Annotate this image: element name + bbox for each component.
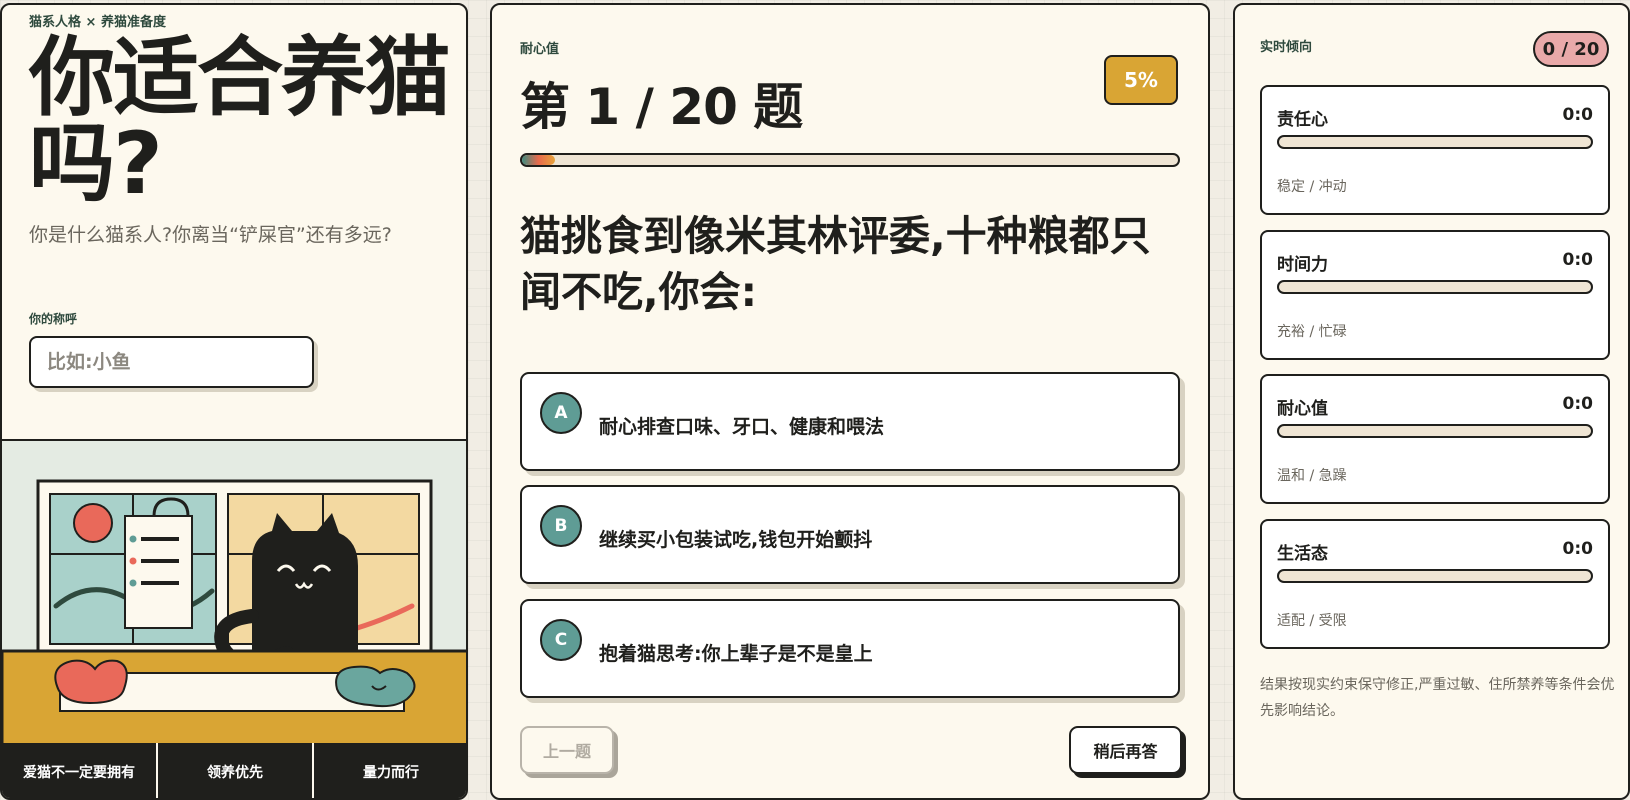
option-letter: A [540, 392, 582, 434]
answered-count-badge: 0 / 20 [1533, 31, 1609, 67]
intro-panel: 猫系人格 × 养猫准备度 你适合养猫吗? 你是什么猫系人?你离当“铲屎官”还有多… [0, 3, 468, 800]
heart-cushion-icon [54, 659, 128, 705]
option-c-button[interactable]: C 抱着猫思考:你上辈子是不是皇上 [520, 599, 1180, 698]
checklist-icon [124, 515, 193, 629]
trait-score: 0:0 [1562, 105, 1593, 125]
previous-question-button[interactable]: 上一题 [520, 726, 614, 774]
trait-score: 0:0 [1562, 250, 1593, 270]
dimension-label: 耐心值 [520, 42, 560, 57]
sun-icon [73, 503, 113, 543]
trait-name: 耐心值 [1277, 399, 1328, 419]
question-text: 猫挑食到像米其林评委,十种粮都只闻不吃,你会: [520, 212, 1151, 316]
name-label: 你的称呼 [29, 312, 78, 326]
quiz-panel: 耐心值 第 1 / 20 题 5% 猫挑食到像米其林评委,十种粮都只闻不吃,你会… [490, 3, 1210, 800]
tag-item: 爱猫不一定要拥有 [2, 743, 158, 798]
trait-poles: 温和 / 急躁 [1277, 468, 1347, 484]
option-text: 抱着猫思考:你上辈子是不是皇上 [599, 643, 873, 665]
option-a-button[interactable]: A 耐心排查口味、牙口、健康和喂法 [520, 372, 1180, 471]
tendency-label: 实时倾向 [1260, 40, 1313, 55]
name-input[interactable] [29, 336, 314, 388]
tendency-panel: 实时倾向 0 / 20 责任心 0:0 稳定 / 冲动 时间力 0:0 充裕 /… [1233, 3, 1630, 800]
trait-card: 生活态 0:0 适配 / 受限 [1260, 519, 1610, 649]
trait-name: 时间力 [1277, 255, 1328, 275]
cat-illustration [2, 439, 466, 747]
teal-cushion-icon [335, 665, 416, 708]
tag-item: 领养优先 [158, 743, 314, 798]
progress-bar-fill [522, 155, 555, 165]
option-text: 耐心排查口味、牙口、健康和喂法 [599, 416, 885, 438]
trait-score: 0:0 [1562, 394, 1593, 414]
question-counter: 第 1 / 20 题 [520, 78, 803, 136]
progress-bar [520, 153, 1180, 167]
option-b-button[interactable]: B 继续买小包装试吃,钱包开始颤抖 [520, 485, 1180, 584]
tag-strip: 爱猫不一定要拥有 领养优先 量力而行 [2, 743, 466, 798]
option-text: 继续买小包装试吃,钱包开始颤抖 [599, 529, 873, 551]
trait-bar [1277, 280, 1593, 294]
trait-card: 耐心值 0:0 温和 / 急躁 [1260, 374, 1610, 504]
trait-card: 责任心 0:0 稳定 / 冲动 [1260, 85, 1610, 215]
hero-title: 你适合养猫吗? [29, 28, 451, 214]
cat-illustration-svg [2, 479, 466, 747]
trait-poles: 充裕 / 忙碌 [1277, 324, 1347, 340]
answer-later-button[interactable]: 稍后再答 [1069, 726, 1182, 774]
option-letter: C [540, 619, 582, 661]
trait-bar [1277, 569, 1593, 583]
trait-bar [1277, 135, 1593, 149]
trait-name: 责任心 [1277, 110, 1328, 130]
trait-poles: 适配 / 受限 [1277, 613, 1347, 629]
progress-percent-badge: 5% [1104, 55, 1178, 105]
trait-bar [1277, 424, 1593, 438]
trait-score: 0:0 [1562, 539, 1593, 559]
result-footnote: 结果按现实约束保守修正,严重过敏、住所禁养等条件会优先影响结论。 [1260, 677, 1615, 719]
trait-name: 生活态 [1277, 544, 1328, 564]
trait-card: 时间力 0:0 充裕 / 忙碌 [1260, 230, 1610, 360]
hero-subtitle: 你是什么猫系人?你离当“铲屎官”还有多远? [29, 224, 392, 246]
trait-poles: 稳定 / 冲动 [1277, 179, 1347, 195]
option-letter: B [540, 505, 582, 547]
tag-item: 量力而行 [363, 764, 419, 781]
